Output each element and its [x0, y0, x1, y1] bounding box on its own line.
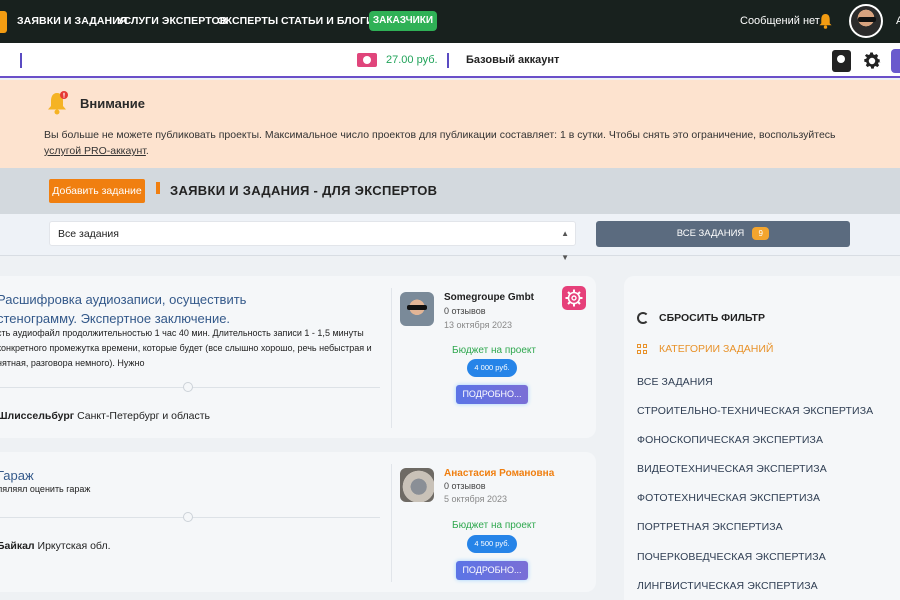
all-tasks-count-badge: 9 — [752, 226, 770, 240]
reset-icon[interactable] — [637, 312, 649, 324]
category-item[interactable]: ПОРТРЕТНАЯ ЭКСПЕРТИЗА — [637, 521, 783, 533]
category-item[interactable]: СТРОИТЕЛЬНО-ТЕХНИЧЕСКАЯ ЭКСПЕРТИЗА — [637, 405, 873, 417]
budget-label: Бюджет на проект — [452, 520, 536, 531]
task-title[interactable]: Расшифровка аудиозаписи, осуществить сте… — [0, 290, 246, 328]
nav-item-experts[interactable]: ЭКСПЕРТЫ — [218, 15, 278, 27]
alert-text: Вы больше не можете публиковать проекты.… — [44, 127, 844, 159]
messages-status[interactable]: Сообщений нет — [740, 15, 820, 27]
task-city: Шлиссельбург — [0, 410, 75, 422]
select-value: Все задания — [58, 228, 119, 240]
details-button[interactable]: ПОДРОБНО... — [456, 385, 528, 404]
add-task-button[interactable]: Добавить задание — [49, 179, 145, 203]
account-bar: 27.00 руб. Базовый аккаунт — [0, 43, 900, 78]
account-type[interactable]: Базовый аккаунт — [466, 54, 559, 66]
task-city: Байкал — [0, 540, 35, 552]
task-desc-line: нятная, разговора немного). Нужно — [0, 358, 145, 368]
task-date: 5 октября 2023 — [444, 494, 507, 504]
page-title: ЗАЯВКИ И ЗАДАНИЯ - ДЛЯ ЭКСПЕРТОВ — [170, 183, 438, 198]
contacts-icon[interactable] — [832, 50, 851, 72]
reset-filter-button[interactable]: СБРОСИТЬ ФИЛЬТР — [659, 312, 765, 324]
task-date: 13 октября 2023 — [444, 320, 513, 330]
category-item[interactable]: ПОЧЕРКОВЕДЧЕСКАЯ ЭКСПЕРТИЗА — [637, 551, 826, 563]
warning-alert: Внимание Вы больше не можете публиковать… — [0, 80, 900, 168]
budget-badge: 4 000 руб. — [467, 359, 517, 377]
category-item[interactable]: ФОТОТЕХНИЧЕСКАЯ ЭКСПЕРТИЗА — [637, 492, 820, 504]
author-reviews[interactable]: 0 отзывов — [444, 481, 486, 491]
all-tasks-label: ВСЕ ЗАДАНИЯ — [676, 228, 745, 239]
task-card: Гараж ляляял оценить гараж Байкал Иркутс… — [0, 452, 596, 592]
category-item[interactable]: ВИДЕОТЕХНИЧЕСКАЯ ЭКСПЕРТИЗА — [637, 463, 827, 475]
task-title-line: Расшифровка аудиозаписи, осуществить — [0, 292, 247, 307]
user-avatar[interactable] — [849, 4, 883, 38]
budget-badge: 4 500 руб. — [467, 535, 517, 553]
task-location: Байкал Иркутская обл. — [0, 540, 111, 552]
grid-icon — [637, 344, 648, 355]
task-desc-line: конкретного промежутка времени, которые … — [0, 343, 372, 353]
divider — [391, 464, 392, 582]
budget-label: Бюджет на проект — [452, 345, 536, 356]
nav-item-tasks[interactable]: ЗАЯВКИ И ЗАДАНИЯ — [17, 15, 128, 27]
task-location: Шлиссельбург Санкт-Петербург и область — [0, 410, 210, 422]
task-description: сть аудиофайл продолжительностью 1 час 4… — [0, 326, 372, 371]
nav-item-articles[interactable]: СТАТЬИ И БЛОГИ — [281, 15, 374, 27]
page-header: Добавить задание ЗАЯВКИ И ЗАДАНИЯ - ДЛЯ … — [0, 168, 900, 214]
filter-sidebar: СБРОСИТЬ ФИЛЬТР КАТЕГОРИИ ЗАДАНИЙ ВСЕ ЗА… — [624, 276, 900, 600]
task-card: Расшифровка аудиозаписи, осуществить сте… — [0, 276, 596, 438]
alert-text-after: . — [145, 145, 149, 157]
author-avatar[interactable] — [400, 292, 434, 326]
author-name[interactable]: Анастасия Романовна — [444, 468, 554, 479]
category-item[interactable]: ВСЕ ЗАДАНИЯ — [637, 376, 713, 388]
top-navbar: ЗАЯВКИ И ЗАДАНИЯ УСЛУГИ ЭКСПЕРТОВ ЭКСПЕР… — [0, 0, 900, 43]
balance-value[interactable]: 27.00 руб. — [386, 54, 438, 66]
nav-item-services[interactable]: УСЛУГИ ЭКСПЕРТОВ — [117, 15, 227, 27]
bell-alert-icon — [48, 91, 68, 115]
pro-account-link[interactable]: услугой PRO-аккаунт — [44, 145, 146, 157]
gear-icon — [565, 289, 583, 307]
divider-dot — [183, 512, 193, 522]
divider — [391, 288, 392, 428]
task-region: Санкт-Петербург и область — [77, 410, 211, 422]
author-reviews[interactable]: 0 отзывов — [444, 306, 486, 316]
all-tasks-button[interactable]: ВСЕ ЗАДАНИЯ 9 — [596, 221, 850, 247]
logo[interactable] — [0, 11, 7, 33]
select-caret-icon: ▲ ▼ — [561, 229, 569, 262]
category-item[interactable]: ФОНОСКОПИЧЕСКАЯ ЭКСПЕРТИЗА — [637, 434, 823, 446]
category-item[interactable]: ЛИНГВИСТИЧЕСКАЯ ЭКСПЕРТИЗА — [637, 580, 818, 592]
nav-item-customers[interactable]: ЗАКАЗЧИКИ — [369, 11, 437, 31]
divider — [447, 53, 449, 68]
money-icon — [357, 53, 377, 67]
task-desc-line: сть аудиофайл продолжительностью 1 час 4… — [0, 328, 364, 338]
divider — [20, 53, 22, 68]
author-name[interactable]: Somegroupe Gmbt — [444, 292, 534, 303]
settings-badge[interactable] — [562, 286, 586, 310]
gear-icon[interactable] — [861, 50, 883, 72]
alert-text-before: Вы больше не можете публиковать проекты.… — [44, 129, 836, 141]
title-accent-bar — [156, 182, 160, 194]
author-avatar[interactable] — [400, 468, 434, 502]
username-truncated[interactable]: А — [896, 15, 900, 27]
categories-title: КАТЕГОРИИ ЗАДАНИЙ — [659, 343, 774, 355]
menu-toggle[interactable] — [891, 49, 900, 73]
task-region: Иркутская обл. — [37, 540, 111, 552]
filter-row: Все задания ▲ ▼ ВСЕ ЗАДАНИЯ 9 — [0, 214, 900, 262]
bell-icon[interactable] — [818, 13, 833, 29]
task-description: ляляял оценить гараж — [0, 484, 91, 494]
divider-dot — [183, 382, 193, 392]
details-button[interactable]: ПОДРОБНО... — [456, 561, 528, 580]
alert-title: Внимание — [80, 96, 145, 111]
task-filter-select[interactable]: Все задания ▲ ▼ — [49, 221, 576, 262]
